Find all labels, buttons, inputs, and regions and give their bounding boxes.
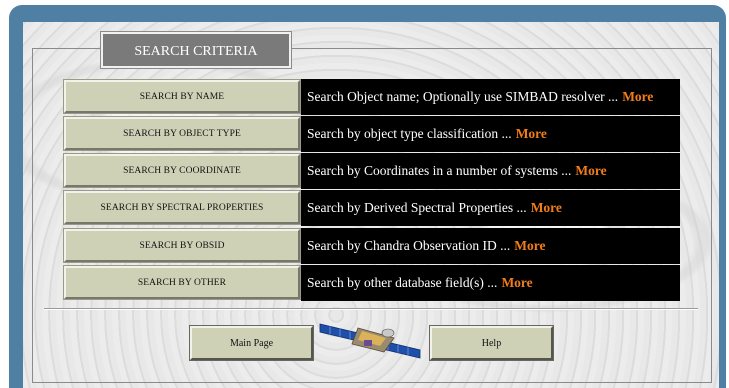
- description-text: Search by other database field(s) ...: [307, 275, 498, 290]
- more-link[interactable]: More: [531, 200, 562, 216]
- search-by-object-type-description: Search by object type classification ...…: [301, 116, 680, 152]
- description-text: Search by Derived Spectral Properties ..…: [307, 200, 527, 215]
- search-by-spectral-properties-button[interactable]: SEARCH BY SPECTRAL PROPERTIES: [64, 191, 300, 224]
- more-link[interactable]: More: [501, 275, 532, 291]
- more-link[interactable]: More: [514, 238, 545, 254]
- satellite-icon: [319, 323, 421, 359]
- search-by-other-description: Search by other database field(s) ... Mo…: [301, 265, 680, 301]
- search-by-name-description: Search Object name; Optionally use SIMBA…: [301, 79, 680, 115]
- search-by-spectral-properties-description: Search by Derived Spectral Properties ..…: [301, 190, 680, 226]
- search-criteria-legend: SEARCH CRITERIA: [101, 32, 291, 68]
- main-page-button[interactable]: Main Page: [190, 326, 313, 360]
- more-link[interactable]: More: [575, 163, 606, 179]
- description-text: Search by Coordinates in a number of sys…: [307, 163, 572, 178]
- search-by-obsid-button[interactable]: SEARCH BY OBSID: [64, 229, 300, 262]
- more-link[interactable]: More: [622, 89, 653, 105]
- search-by-name-button[interactable]: SEARCH BY NAME: [64, 80, 300, 113]
- description-text: Search by object type classification ...: [307, 126, 512, 141]
- divider: [44, 308, 698, 310]
- description-text: Search Object name; Optionally use SIMBA…: [307, 89, 619, 104]
- search-by-other-button[interactable]: SEARCH BY OTHER: [64, 266, 300, 299]
- search-by-coordinate-button[interactable]: SEARCH BY COORDINATE: [64, 154, 300, 187]
- search-by-coordinate-description: Search by Coordinates in a number of sys…: [301, 153, 680, 189]
- help-button[interactable]: Help: [430, 326, 553, 360]
- search-by-obsid-description: Search by Chandra Observation ID ... Mor…: [301, 228, 680, 264]
- search-by-object-type-button[interactable]: SEARCH BY OBJECT TYPE: [64, 117, 300, 150]
- description-text: Search by Chandra Observation ID ...: [307, 238, 511, 253]
- more-link[interactable]: More: [516, 126, 547, 142]
